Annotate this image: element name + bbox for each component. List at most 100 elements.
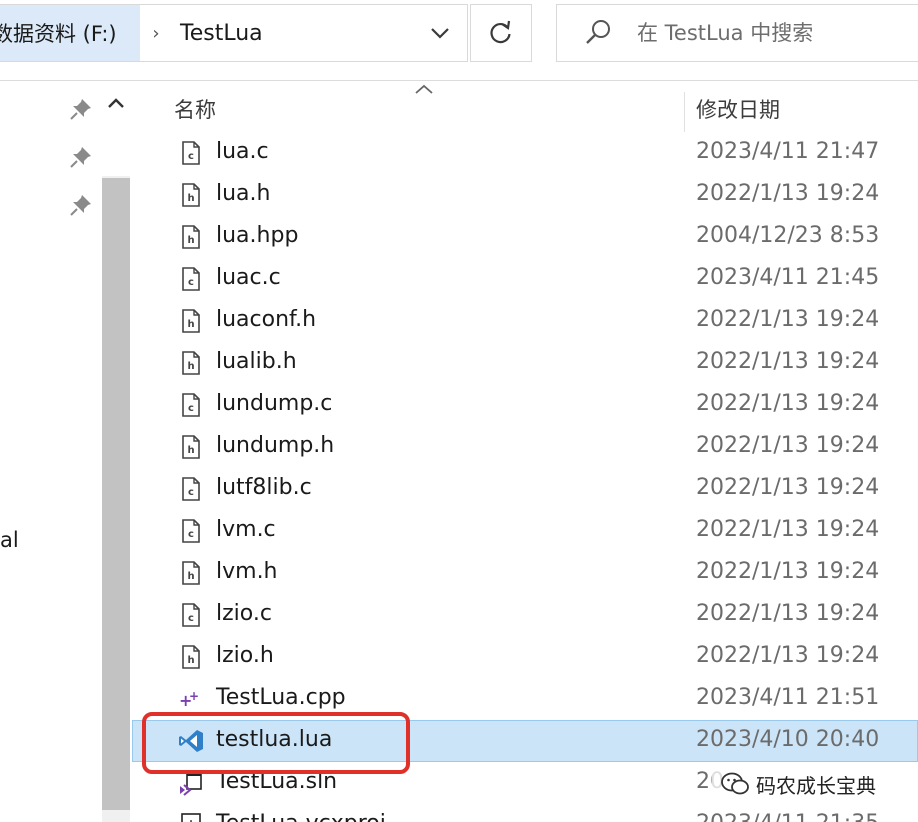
c-file-icon: c bbox=[182, 393, 200, 417]
nav-item-label[interactable]: al bbox=[0, 528, 19, 552]
wechat-icon bbox=[721, 772, 749, 795]
vcxproj-file-icon: + bbox=[181, 813, 201, 822]
c-file-icon: c bbox=[182, 141, 200, 165]
file-name: TestLua.cpp bbox=[216, 685, 346, 710]
file-row[interactable]: c lzio.c 2022/1/13 19:24 bbox=[132, 594, 918, 636]
file-row[interactable]: c lundump.c 2022/1/13 19:24 bbox=[132, 384, 918, 426]
file-name: lualib.h bbox=[216, 349, 297, 374]
file-list-pane[interactable]: 名称 修改日期 c lua.c 2023/4/11 21:47 h lua.h 2022/… bbox=[132, 82, 918, 822]
svg-text:h: h bbox=[187, 235, 194, 246]
search-input[interactable] bbox=[637, 21, 917, 45]
file-date-modified: 2022/1/13 19:24 bbox=[696, 181, 880, 206]
svg-text:h: h bbox=[187, 319, 194, 330]
svg-text:h: h bbox=[187, 361, 194, 372]
scroll-up-button[interactable] bbox=[102, 90, 130, 116]
file-name: luaconf.h bbox=[216, 307, 317, 332]
watermark: 码农成长宝典 bbox=[712, 766, 886, 802]
file-name: lvm.c bbox=[216, 517, 276, 542]
file-row[interactable]: h lua.hpp 2004/12/23 8:53 bbox=[132, 216, 918, 258]
address-toolbar: 数据资料 (F:) › TestLua bbox=[0, 0, 918, 81]
file-row[interactable]: h lundump.h 2022/1/13 19:24 bbox=[132, 426, 918, 468]
svg-text:c: c bbox=[188, 403, 194, 414]
file-row[interactable]: c lvm.c 2022/1/13 19:24 bbox=[132, 510, 918, 552]
h-file-icon: h bbox=[182, 225, 200, 249]
svg-text:c: c bbox=[188, 613, 194, 624]
file-name: lua.c bbox=[216, 139, 269, 164]
file-name: TestLua.vcxproj bbox=[216, 811, 386, 822]
file-date-modified: 2004/12/23 8:53 bbox=[696, 223, 880, 248]
h-file-icon: h bbox=[182, 435, 200, 459]
file-row[interactable]: h lvm.h 2022/1/13 19:24 bbox=[132, 552, 918, 594]
chevron-up-icon bbox=[108, 98, 124, 108]
pin-icon[interactable] bbox=[68, 144, 94, 170]
breadcrumb[interactable]: 数据资料 (F:) › TestLua bbox=[0, 4, 468, 62]
file-name: lundump.h bbox=[216, 433, 335, 458]
file-date-modified: 2022/1/13 19:24 bbox=[696, 517, 880, 542]
breadcrumb-separator-chevron-icon[interactable]: › bbox=[140, 5, 172, 61]
address-history-dropdown-button[interactable] bbox=[414, 5, 466, 61]
file-row[interactable]: c lutf8lib.c 2022/1/13 19:24 bbox=[132, 468, 918, 510]
svg-text:+: + bbox=[189, 689, 199, 703]
file-date-modified: 2023/4/11 21:35 bbox=[696, 811, 879, 822]
file-name: lua.hpp bbox=[216, 223, 299, 248]
column-header-row: 名称 修改日期 bbox=[132, 88, 918, 134]
file-row[interactable]: h lzio.h 2022/1/13 19:24 bbox=[132, 636, 918, 678]
file-name: luac.c bbox=[216, 265, 281, 290]
breadcrumb-item-current-folder[interactable]: TestLua bbox=[180, 5, 263, 61]
svg-text:c: c bbox=[188, 529, 194, 540]
svg-text:h: h bbox=[187, 571, 194, 582]
breadcrumb-drive-label: 数据资料 (F:) bbox=[0, 22, 117, 46]
toolbar-divider bbox=[0, 80, 918, 81]
file-name: lzio.h bbox=[216, 643, 274, 668]
file-date-modified: 2022/1/13 19:24 bbox=[696, 559, 880, 584]
file-row[interactable]: + TestLua.vcxproj 2023/4/11 21:35 bbox=[132, 804, 918, 822]
h-file-icon: h bbox=[182, 645, 200, 669]
h-file-icon: h bbox=[182, 183, 200, 207]
file-row[interactable]: h lua.h 2022/1/13 19:24 bbox=[132, 174, 918, 216]
file-row[interactable]: c lua.c 2023/4/11 21:47 bbox=[132, 132, 918, 174]
svg-text:h: h bbox=[187, 445, 194, 456]
search-box[interactable] bbox=[556, 4, 918, 62]
file-name: lutf8lib.c bbox=[216, 475, 312, 500]
breadcrumb-item-drive[interactable]: 数据资料 (F:) bbox=[0, 5, 140, 61]
file-date-modified: 2023/4/10 20:40 bbox=[696, 727, 880, 752]
refresh-icon bbox=[490, 20, 511, 44]
svg-text:h: h bbox=[187, 655, 194, 666]
scrollbar-thumb[interactable] bbox=[102, 178, 130, 810]
file-row[interactable]: h luaconf.h 2022/1/13 19:24 bbox=[132, 300, 918, 342]
h-file-icon: h bbox=[182, 561, 200, 585]
highlight-annotation bbox=[142, 712, 410, 774]
cpp-file-icon: ++ bbox=[179, 689, 199, 710]
h-file-icon: h bbox=[182, 351, 200, 375]
c-file-icon: c bbox=[182, 267, 200, 291]
navigation-pane[interactable]: al bbox=[0, 82, 132, 822]
c-file-icon: c bbox=[182, 477, 200, 501]
pin-icon[interactable] bbox=[68, 192, 94, 218]
file-name: lundump.c bbox=[216, 391, 333, 416]
file-row[interactable]: c luac.c 2023/4/11 21:45 bbox=[132, 258, 918, 300]
file-date-modified: 2022/1/13 19:24 bbox=[696, 475, 880, 500]
file-date-modified: 2023/4/11 21:51 bbox=[696, 685, 880, 710]
file-date-modified: 2022/1/13 19:24 bbox=[696, 433, 880, 458]
file-row[interactable]: h lualib.h 2022/1/13 19:24 bbox=[132, 342, 918, 384]
c-file-icon: c bbox=[182, 519, 200, 543]
svg-text:c: c bbox=[188, 277, 194, 288]
svg-text:h: h bbox=[187, 193, 194, 204]
column-divider[interactable] bbox=[684, 92, 685, 132]
file-date-modified: 2022/1/13 19:24 bbox=[696, 307, 880, 332]
search-icon bbox=[586, 20, 610, 44]
file-date-modified: 2023/4/11 21:47 bbox=[696, 139, 880, 164]
chevron-down-icon bbox=[431, 28, 449, 39]
file-date-modified: 2022/1/13 19:24 bbox=[696, 391, 880, 416]
watermark-text: 码农成长宝典 bbox=[756, 773, 876, 798]
refresh-button[interactable] bbox=[470, 4, 532, 62]
c-file-icon: c bbox=[182, 603, 200, 627]
file-name: lua.h bbox=[216, 181, 271, 206]
column-header-date-modified[interactable]: 修改日期 bbox=[696, 94, 780, 124]
svg-text:c: c bbox=[188, 151, 194, 162]
file-date-modified: 2022/1/13 19:24 bbox=[696, 349, 880, 374]
pin-icon[interactable] bbox=[68, 96, 94, 122]
file-date-modified: 2023/4/11 21:45 bbox=[696, 265, 880, 290]
file-date-modified: 2022/1/13 19:24 bbox=[696, 643, 880, 668]
column-header-name[interactable]: 名称 bbox=[174, 94, 216, 124]
